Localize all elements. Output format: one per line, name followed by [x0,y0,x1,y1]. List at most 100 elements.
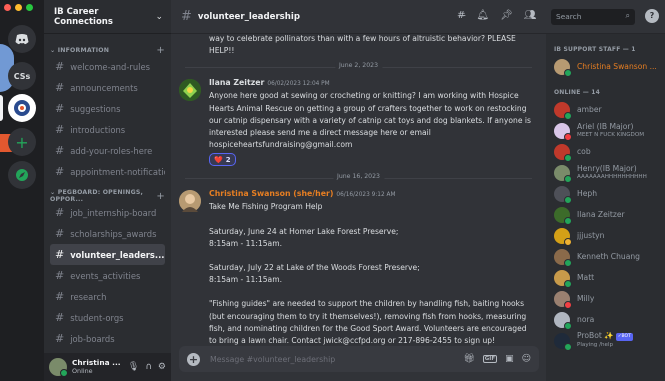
gear-icon[interactable]: ⚙ [158,362,166,372]
channel-label: introductions [70,124,126,135]
member-item[interactable]: Matt [546,267,665,288]
headphones-icon[interactable]: ∩ [145,362,152,372]
hash-icon: # [55,81,65,94]
gif-button[interactable]: GIF [482,355,498,363]
member-list-icon[interactable]: 👥︎ [524,10,537,21]
channel-scholarships-awards[interactable]: # scholarships_awards [50,223,165,244]
channel-label: scholarships_awards [70,228,157,239]
member-item[interactable]: Ilana Zeitzer [546,204,665,225]
date-divider-label: June 16, 2023 [333,173,384,181]
message-continuation: way to celebrate pollinators than with a… [209,34,516,56]
avatar[interactable] [179,190,201,213]
sticker-icon[interactable]: ▣ [505,354,514,364]
reaction-button[interactable]: ❤️ 2 [209,153,236,167]
server-icon-ib-career-connections[interactable] [8,94,36,122]
bell-icon[interactable]: 🔔︎ [476,10,489,21]
member-item[interactable]: nora [546,309,665,330]
member-item[interactable]: Ariel (IB Major) MEET N FUCK KINGDOM [546,120,665,141]
channel-add-your-roles-here[interactable]: # add-your-roles-here [50,140,165,161]
member-item[interactable]: Kenneth Chuang [546,246,665,267]
channel-label: announcements [70,82,138,93]
category-label: INFORMATION [57,46,110,54]
chat-area: # volunteer_leadership #̶ 🔔︎ 📌︎ 👥︎ Searc… [171,0,665,381]
member-item[interactable]: amber [546,99,665,120]
hash-icon: # [55,248,65,261]
server-icon-ics[interactable]: CSs [8,62,36,90]
avatar[interactable] [49,358,68,377]
message-input-placeholder[interactable]: Message #volunteer_leadership [210,355,335,364]
invite-icon[interactable]: 👤+ [164,251,165,259]
discord-home-icon[interactable] [8,25,36,53]
member-item[interactable]: Christina Swanson ... [546,56,665,77]
channel-label: research [70,291,107,302]
channel-student-orgs[interactable]: # student-orgs [50,307,165,328]
category-pegboard[interactable]: ⌄ PEGBOARD: OPENINGS, OPPOR... + [44,188,171,203]
member-item[interactable]: Henry(IB Major) AAAAAAAHHHHHHHHHH [546,162,665,183]
zoom-window-button[interactable] [26,4,33,11]
channel-label: student-orgs [70,312,124,323]
microphone-icon[interactable]: 🎙 [128,362,139,372]
member-item[interactable]: Milly [546,288,665,309]
member-item[interactable]: jjjustyn [546,225,665,246]
channel-job-internship-board[interactable]: # job_internship-board [50,202,165,223]
add-channel-icon[interactable]: + [156,191,165,202]
avatar[interactable] [179,79,201,102]
bot-badge: ✓BOT [615,333,633,341]
message-timestamp: 06/16/2023 9:12 AM [336,192,396,199]
member-name: Christina Swanson ... [577,62,657,71]
member-item[interactable]: cob [546,141,665,162]
channel-title: volunteer_leadership [197,11,301,22]
search-input[interactable]: Search ⌕ [551,9,635,25]
minimize-window-button[interactable] [15,4,22,11]
emoji-icon[interactable]: ☺ [522,354,531,364]
date-divider-label: June 2, 2023 [334,62,383,70]
search-placeholder: Search [556,12,582,21]
attach-plus-icon[interactable]: + [187,352,200,366]
member-category: ONLINE — 14 [554,89,601,96]
channel-research[interactable]: # research [50,286,165,307]
member-name: Ilana Zeitzer [577,210,625,219]
close-window-button[interactable] [4,4,11,11]
member-item[interactable]: ProBot ✨ ✓BOT Playing /help [546,330,665,351]
avatar [554,227,572,246]
channel-appointment-notifications[interactable]: # appointment-notifications [50,161,165,182]
message-author[interactable]: Ilana Zeitzer [209,78,264,87]
category-information[interactable]: ⌄ INFORMATION + [44,42,171,56]
user-status: Online [72,367,93,375]
threads-icon[interactable]: #̶ [457,10,465,21]
channel-events-activities[interactable]: # events_activities [50,265,165,286]
gift-icon[interactable]: 🎁︎ [463,354,474,364]
add-server-icon[interactable]: + [8,128,36,156]
member-name: Heph [577,189,598,198]
channel-introductions[interactable]: # introductions [50,119,165,140]
reaction-count: 2 [225,155,231,164]
hash-icon: # [55,311,65,324]
member-name: jjjustyn [577,231,605,240]
server-header[interactable]: IB Career Connections ⌄ [44,0,171,34]
hash-icon: # [181,9,192,24]
add-channel-icon[interactable]: + [156,45,165,56]
explore-servers-icon[interactable] [8,161,36,189]
member-activity: MEET N FUCK KINGDOM [577,131,645,138]
member-item[interactable]: Heph [546,183,665,204]
message-author[interactable]: Christina Swanson (she/her) [209,189,333,198]
chevron-down-icon: ⌄ [50,189,58,196]
channel-volunteer-leadership[interactable]: #volunteer_leaders...👤+⚙ [50,244,165,265]
pin-icon[interactable]: 📌︎ [500,10,513,21]
avatar [554,122,572,141]
channel-label: welcome-and-rules [70,61,150,72]
member-name: Henry(IB Major) [577,164,637,173]
channel-label: events_activities [70,270,141,281]
category-label: PEGBOARD: OPENINGS, OPPOR... [50,189,144,203]
hash-icon: # [55,290,65,303]
member-activity: Playing /help [577,342,614,348]
channel-job-boards[interactable]: # job-boards [50,328,165,349]
channel-announcements[interactable]: # announcements [50,77,165,98]
channel-welcome-and-rules[interactable]: # welcome-and-rules [50,56,165,77]
message-body-line: 8:15am - 11:15am. [209,238,283,248]
date-divider: June 16, 2023 [185,172,532,184]
message-body-line: Saturday, June 24 at Homer Lake Forest P… [209,226,399,236]
channel-suggestions[interactable]: # suggestions [50,98,165,119]
message-composer[interactable]: + Message #volunteer_leadership 🎁︎ GIF ▣… [179,346,539,372]
help-icon[interactable]: ? [645,9,659,23]
